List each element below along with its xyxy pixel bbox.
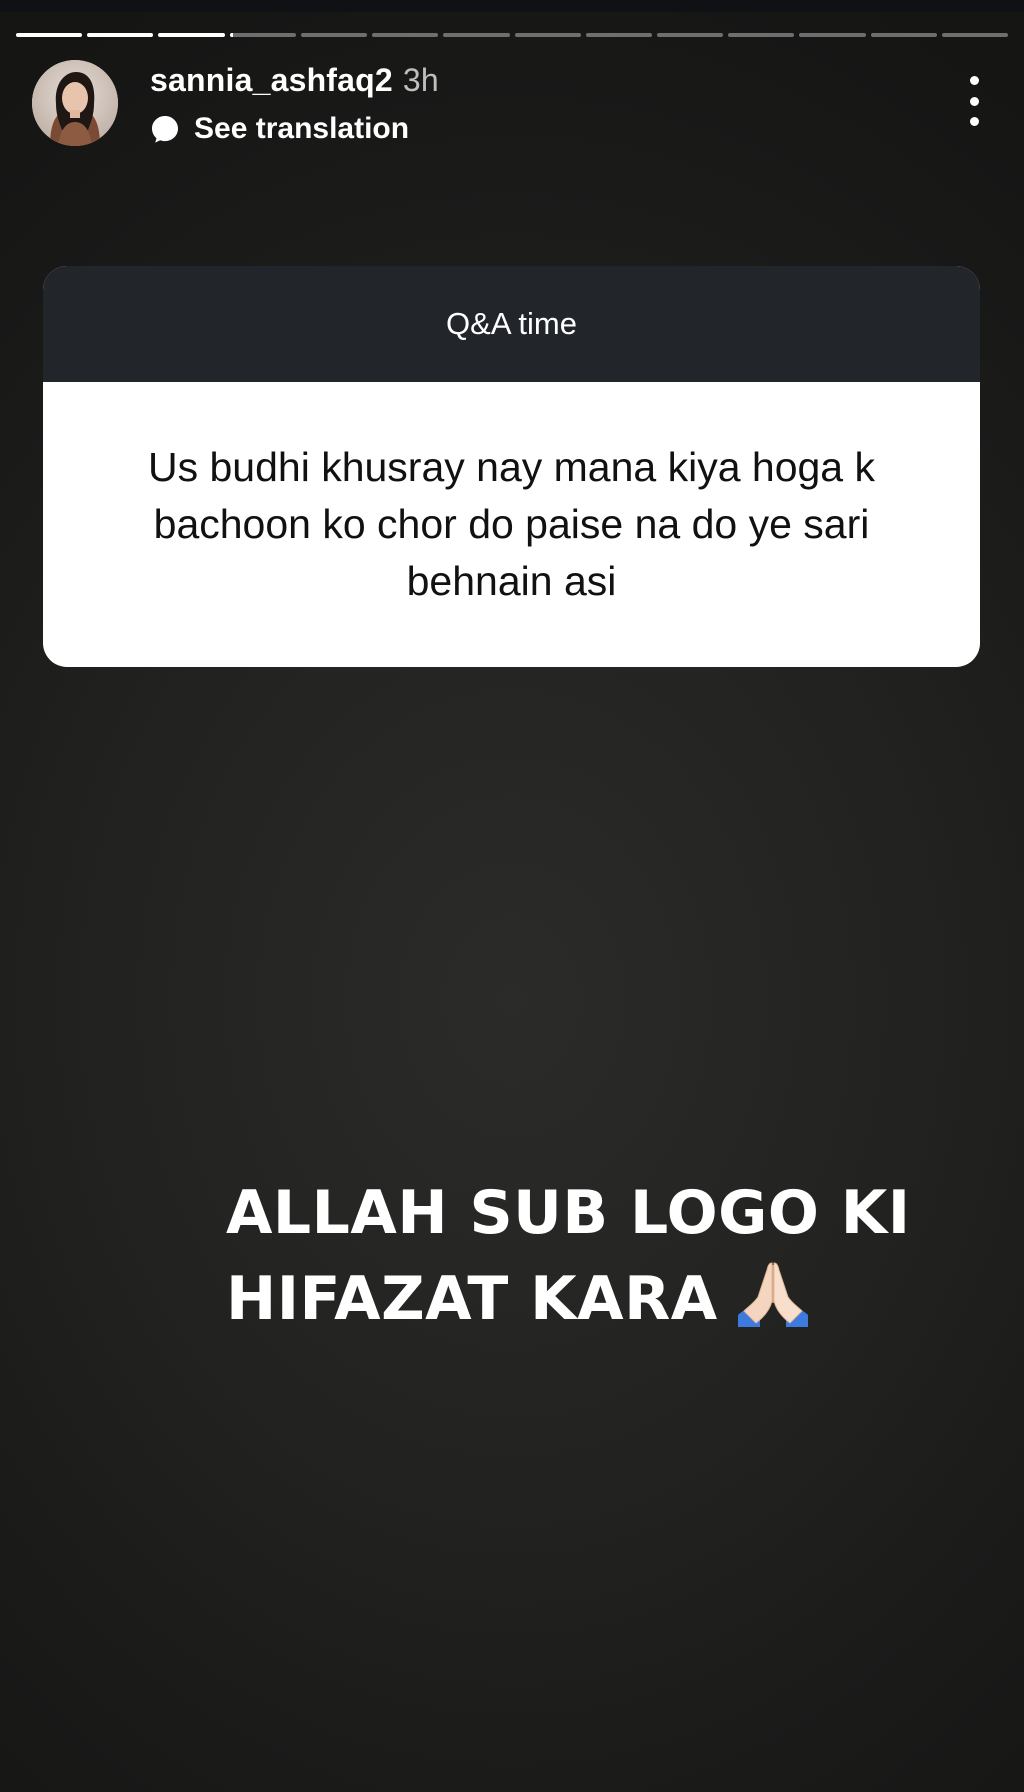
story-progress-fill (158, 33, 225, 37)
story-progress-segment (656, 33, 724, 37)
story-progress-segment (941, 33, 1009, 37)
story-caption: ALLAH SUB LOGO KI HIFAZAT KARA (226, 1170, 966, 1342)
story-progress-segment (229, 33, 296, 37)
caption-line-2-wrap: HIFAZAT KARA (226, 1256, 966, 1342)
story-header: sannia_ashfaq2 3h See translation (32, 60, 992, 150)
speech-bubble-icon (152, 116, 178, 143)
story-progress-segment (16, 33, 83, 37)
qa-sticker[interactable]: Q&A time Us budhi khusray nay mana kiya … (43, 266, 980, 667)
story-progress-segment (158, 33, 225, 37)
story-progress-segment (443, 33, 510, 37)
more-options-button[interactable] (952, 76, 996, 126)
profile-photo (32, 60, 118, 146)
caption-line-1: ALLAH SUB LOGO KI (226, 1178, 911, 1248)
story-progress-segment (728, 33, 795, 37)
story-progress-fill (87, 33, 154, 37)
story-progress-segment (372, 33, 439, 37)
story-progress-segment (870, 33, 937, 37)
status-strip (0, 0, 1024, 12)
story-progress-bar (16, 33, 1009, 37)
qa-sticker-title: Q&A time (43, 266, 980, 382)
more-dot (969, 96, 979, 106)
see-translation-label: See translation (194, 112, 410, 145)
more-vertical-icon (969, 76, 979, 85)
username[interactable]: sannia_ashfaq2 (150, 62, 393, 98)
avatar[interactable] (32, 60, 118, 146)
story-progress-fill (16, 33, 83, 37)
more-dot (969, 117, 979, 126)
story-progress-segment (799, 33, 866, 37)
caption-line-2: HIFAZAT KARA (226, 1264, 718, 1334)
story-progress-segment (585, 33, 652, 37)
folded-hands-icon (737, 1262, 808, 1327)
story-progress-fill (229, 33, 233, 37)
username-line: sannia_ashfaq2 3h (150, 62, 439, 99)
story-progress-segment (87, 33, 154, 37)
qa-sticker-body: Us budhi khusray nay mana kiya hoga k ba… (43, 382, 980, 667)
see-translation-button[interactable]: See translation (150, 112, 409, 146)
story-progress-segment (300, 33, 368, 37)
story-viewer[interactable]: sannia_ashfaq2 3h See translation Q&A tim… (0, 0, 1024, 1792)
story-progress-segment (514, 33, 581, 37)
qa-question-text: Us budhi khusray nay mana kiya hoga k ba… (147, 444, 875, 604)
post-timestamp: 3h (402, 62, 439, 98)
